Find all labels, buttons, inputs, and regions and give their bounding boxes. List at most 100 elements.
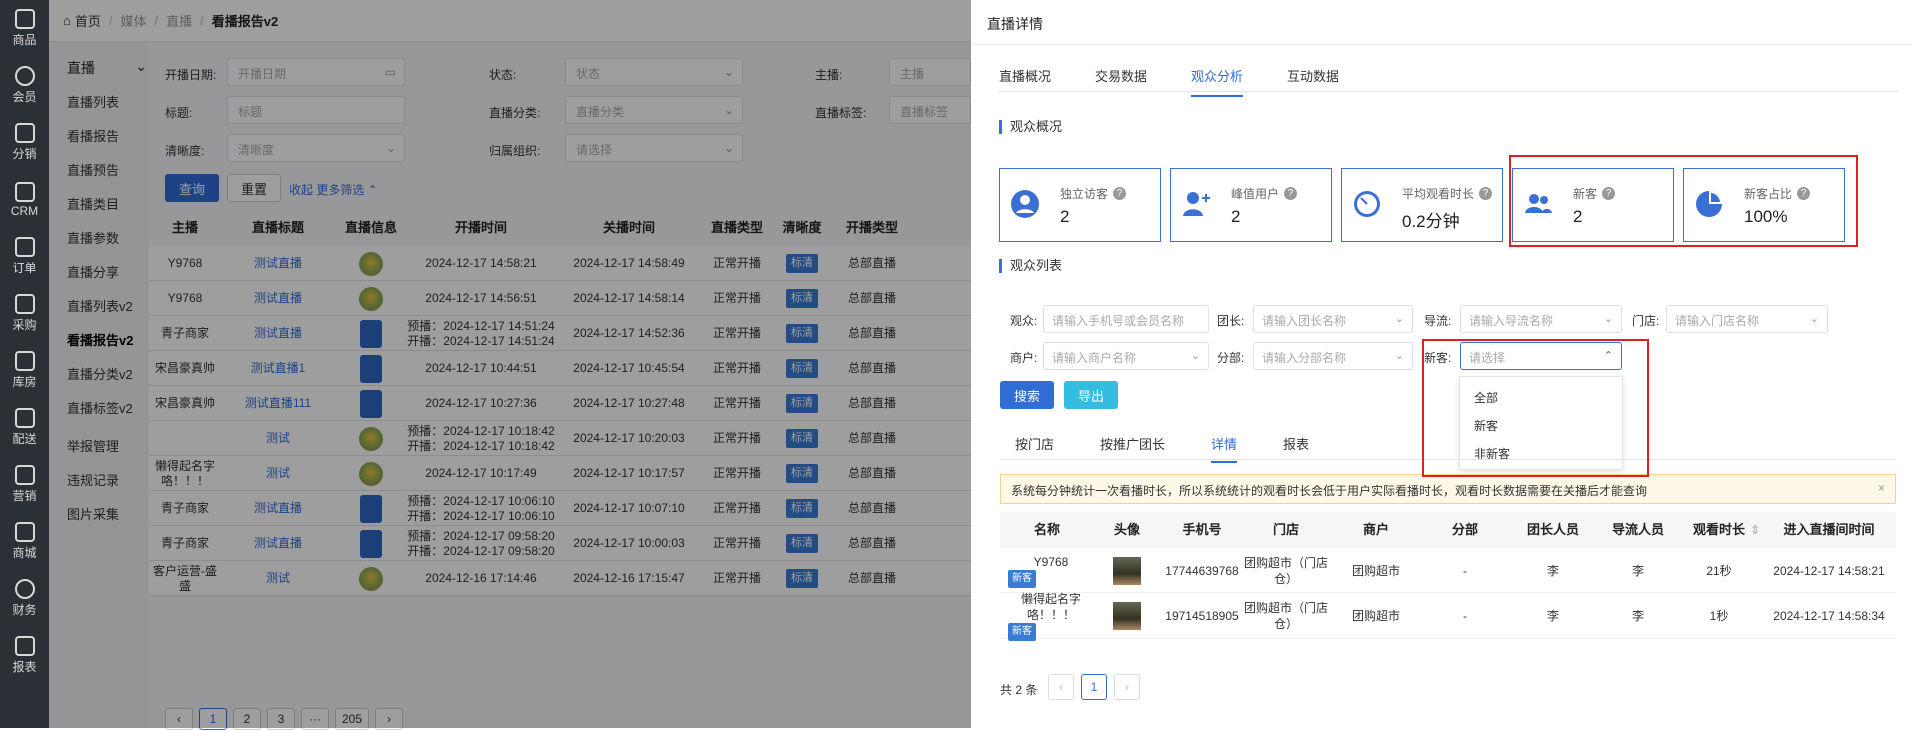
column-header: 团长人员 (1526, 522, 1579, 537)
rail-label: 商品 (12, 33, 37, 47)
branch-label: 分部: (1217, 351, 1245, 365)
watch-duration: 21秒 (1706, 563, 1732, 578)
overview-section-title: 观众概况 (999, 120, 1062, 134)
guide-select[interactable]: 请输入导流名称 ⌄ (1460, 305, 1622, 333)
guide: 李 (1631, 563, 1644, 578)
stat-label-text: 独立访客 (1060, 187, 1109, 201)
guide: 李 (1631, 609, 1644, 623)
chevron-down-icon: ⌄ (1603, 313, 1613, 325)
tab-2[interactable]: 观众分析 (1191, 66, 1244, 97)
member-name-line2: 咯！！！ (1026, 608, 1075, 622)
tab-1[interactable]: 交易数据 (1095, 66, 1147, 97)
chevron-down-icon: ⌄ (1190, 350, 1200, 362)
yen-icon (14, 579, 35, 599)
phone: 19714518905 (1165, 609, 1239, 623)
detail-tabs: 直播概况 交易数据 观众分析 互动数据 (999, 66, 1383, 97)
avatar-cell (1094, 548, 1160, 593)
stat-card: 独立访客? 2 (999, 168, 1161, 242)
rail-item-5[interactable]: 采购 (0, 285, 49, 342)
watch-duration: 1秒 (1709, 609, 1729, 623)
stat-label-text: 平均观看时长 (1402, 187, 1475, 201)
store-cell: 团购超市（门店 仓） (1244, 548, 1328, 593)
enter-time: 2024-12-17 14:58:21 (1773, 563, 1885, 578)
merchant: 团购超市 (1351, 563, 1400, 578)
rail-item-6[interactable]: 库房 (0, 342, 49, 399)
export-button[interactable]: 导出 (1064, 381, 1118, 409)
order-icon (14, 237, 35, 257)
prev-page-button[interactable]: ‹ (1048, 674, 1074, 700)
shop-icon (14, 522, 35, 542)
rail-label: 分销 (12, 147, 37, 161)
modal-overlay[interactable] (49, 0, 971, 728)
rail-item-3[interactable]: CRM (0, 171, 49, 228)
rail-item-8[interactable]: 营销 (0, 456, 49, 513)
stat-card: 峰值用户? 2 (1170, 168, 1332, 242)
list-section-title: 观众列表 (999, 259, 1062, 273)
store-select[interactable]: 请输入门店名称 ⌄ (1666, 305, 1828, 333)
rail-item-2[interactable]: 分销 (0, 114, 49, 171)
store-name: 团购超市（门店 (1244, 601, 1329, 615)
stat-card: 平均观看时长? 0.2分钟 (1341, 168, 1503, 242)
avatar (1113, 602, 1141, 630)
highlight-box-dropdown (1422, 339, 1649, 477)
branch: - (1463, 563, 1467, 578)
column-header: 商户 (1362, 522, 1389, 537)
audience-input[interactable]: 请输入手机号或会员名称 (1043, 305, 1209, 333)
tab-3[interactable]: 互动数据 (1287, 66, 1339, 97)
stat-label-text: 峰值用户 (1231, 187, 1280, 201)
stat-value: 2 (1231, 207, 1241, 226)
current-page-button[interactable]: 1 (1081, 674, 1107, 700)
warehouse-icon (14, 351, 35, 371)
merchant-select[interactable]: 请输入商户名称 ⌄ (1043, 342, 1209, 370)
store-label: 门店: (1632, 314, 1660, 328)
avatar (1113, 556, 1141, 585)
branch-select[interactable]: 请输入分部名称 ⌄ (1253, 342, 1413, 370)
rail-label: 会员 (12, 90, 37, 104)
member-name: Y9768 (1033, 554, 1069, 569)
rail-label: 订单 (12, 261, 37, 275)
rail-item-4[interactable]: 订单 (0, 228, 49, 285)
crm-icon (14, 181, 35, 202)
purchase-icon (14, 294, 35, 314)
audience-table-header: 名称 头像 手机号 门店 商户 分部 团长人员 导流人员 观看时长 ⇕ 进入直播间时间 (1000, 512, 1896, 548)
close-icon[interactable]: × (1878, 481, 1885, 495)
chevron-down-icon: ⌄ (1394, 350, 1404, 362)
leader-label: 团长: (1217, 314, 1245, 328)
rail-label: 库房 (12, 375, 37, 389)
rail-label: 营销 (12, 489, 37, 503)
chevron-down-icon: ⌄ (1809, 313, 1819, 325)
rail-item-11[interactable]: 报表 (0, 627, 49, 684)
user-circle-icon (1010, 189, 1040, 219)
guide-label: 导流: (1424, 314, 1452, 328)
search-button[interactable]: 搜索 (1000, 381, 1054, 409)
rail-label: 配送 (12, 432, 37, 446)
help-icon[interactable]: ? (1479, 187, 1493, 200)
help-icon[interactable]: ? (1113, 187, 1127, 200)
help-icon[interactable]: ? (1284, 187, 1298, 200)
next-page-button[interactable]: › (1114, 674, 1140, 700)
total-count: 共 2 条 (1000, 683, 1038, 697)
rail-item-0[interactable]: 商品 (0, 0, 49, 57)
delivery-icon (14, 408, 35, 428)
rail-item-9[interactable]: 商城 (0, 513, 49, 570)
phone: 17744639768 (1165, 563, 1239, 578)
rail-item-10[interactable]: 财务 (0, 570, 49, 627)
rail-item-7[interactable]: 配送 (0, 399, 49, 456)
leader-select[interactable]: 请输入团长名称 ⌄ (1253, 305, 1413, 333)
stat-label: 独立访客? (1060, 185, 1127, 202)
store-name: 团购超市（门店 (1244, 555, 1329, 570)
new-customer-tag: 新客 (1008, 569, 1036, 588)
column-header: 手机号 (1182, 522, 1222, 537)
enter-time: 2024-12-17 14:58:34 (1773, 609, 1885, 623)
merchant: 团购超市 (1351, 609, 1400, 623)
highlight-box-cards (1509, 155, 1858, 247)
rail-item-1[interactable]: 会员 (0, 57, 49, 114)
leader: 李 (1546, 609, 1559, 623)
goods-icon (14, 9, 35, 29)
column-header: 头像 (1113, 522, 1140, 537)
notice-bar: 系统每分钟统计一次看播时长，所以系统统计的观看时长会低于用户实际看播时长，观看时… (1000, 474, 1896, 504)
audience-row: Y9768 新客 17744639768 团购超市（门店 仓） 团购超市 - 李 李 21秒 202… (1000, 548, 1896, 593)
chevron-down-icon: ⌄ (1394, 313, 1404, 325)
tab-0[interactable]: 直播概况 (999, 66, 1051, 97)
stat-value: 0.2分钟 (1402, 212, 1460, 231)
